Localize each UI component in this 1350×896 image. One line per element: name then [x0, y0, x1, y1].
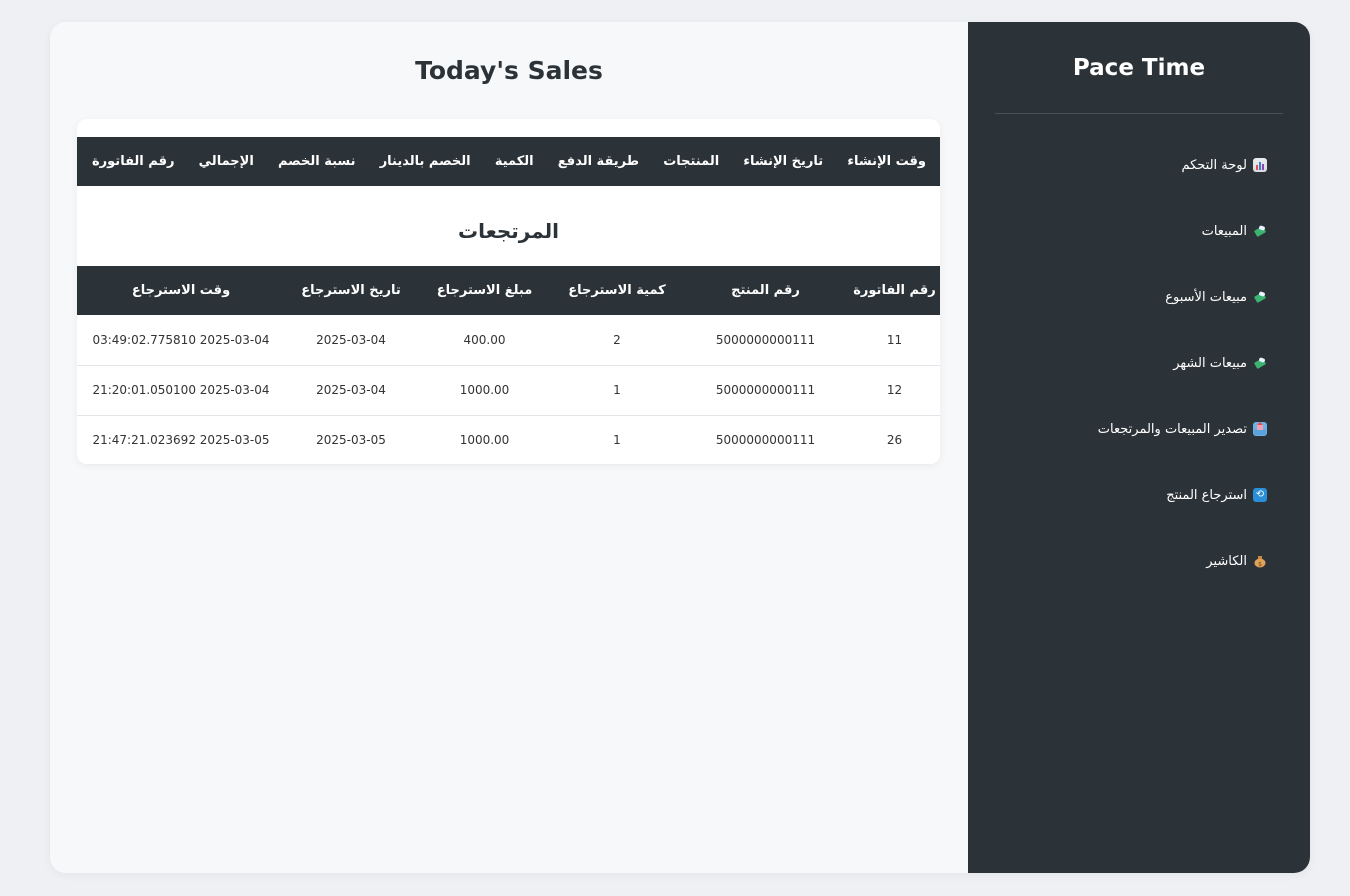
sidebar-item-label: مبيعات الشهر — [1173, 355, 1247, 371]
return-time-cell: 2025-03-04 21:20:01.050100 — [77, 365, 285, 416]
returns-table: رقم الفاتورة رقم المنتج كمية الاسترجاع م… — [77, 266, 940, 464]
sidebar-item-label: لوحة التحكم — [1181, 157, 1247, 173]
returns-col-header[interactable]: وقت الاسترجاع — [77, 266, 285, 315]
return-date-cell: 2025-03-04 — [285, 365, 417, 416]
returns-title: المرتجعات — [457, 219, 560, 243]
sidebar-item-return-product[interactable]: استرجاع المنتج ⟲ — [968, 462, 1310, 528]
money-wings-icon — [1253, 224, 1267, 238]
product-number-cell: 5000000000111 — [682, 315, 849, 366]
main-content: Today's Sales وقت الإنشاء تاريخ الإنشاء … — [50, 22, 968, 873]
page-title: Today's Sales — [415, 56, 603, 85]
returns-col-header[interactable]: مبلغ الاسترجاع — [417, 266, 552, 315]
sidebar-item-weekly-sales[interactable]: مبيعات الأسبوع — [968, 264, 1310, 330]
sales-col-header[interactable]: الكمية — [495, 154, 534, 169]
sales-col-header[interactable]: وقت الإنشاء — [847, 154, 926, 169]
return-quantity-cell: 2 — [552, 315, 682, 366]
table-row: 26 5000000000111 1 1000.00 2025-03-05 20… — [77, 415, 940, 464]
sales-col-header[interactable]: رقم الفاتورة — [92, 154, 174, 169]
sidebar-item-monthly-sales[interactable]: مبيعات الشهر — [968, 330, 1310, 396]
money-bag-icon: $ — [1253, 554, 1267, 568]
bar-chart-icon — [1253, 158, 1267, 172]
sales-col-header[interactable]: الإجمالي — [199, 154, 254, 169]
sales-col-header[interactable]: الخصم بالدينار — [380, 154, 471, 169]
return-amount-cell: 400.00 — [417, 315, 552, 366]
sidebar: Pace Time لوحة التحكم المبيعات مبيعات ال — [968, 22, 1310, 873]
return-date-cell: 2025-03-05 — [285, 415, 417, 464]
table-row: 12 5000000000111 1 1000.00 2025-03-04 20… — [77, 365, 940, 416]
sidebar-item-export[interactable]: تصدير المبيعات والمرتجعات — [968, 396, 1310, 462]
money-wings-icon — [1253, 356, 1267, 370]
table-row: 11 5000000000111 2 400.00 2025-03-04 202… — [77, 315, 940, 366]
money-wings-icon — [1253, 290, 1267, 304]
sidebar-item-label: استرجاع المنتج — [1166, 487, 1247, 503]
sidebar-item-cashier[interactable]: الكاشير $ — [968, 528, 1310, 594]
return-date-cell: 2025-03-04 — [285, 315, 417, 366]
invoice-number-cell: 11 — [849, 315, 940, 366]
sidebar-divider — [995, 113, 1283, 114]
sales-col-header[interactable]: نسبة الخصم — [278, 154, 356, 169]
return-quantity-cell: 1 — [552, 415, 682, 464]
brand-title: Pace Time — [1072, 55, 1206, 81]
returns-col-header[interactable]: كمية الاسترجاع — [552, 266, 682, 315]
sidebar-item-label: مبيعات الأسبوع — [1165, 289, 1247, 305]
sidebar-item-label: الكاشير — [1206, 553, 1247, 569]
returns-col-header[interactable]: رقم المنتج — [682, 266, 849, 315]
invoice-number-cell: 12 — [849, 365, 940, 416]
return-time-cell: 2025-03-05 21:47:21.023692 — [77, 415, 285, 464]
return-amount-cell: 1000.00 — [417, 365, 552, 416]
returns-header-row: رقم الفاتورة رقم المنتج كمية الاسترجاع م… — [77, 266, 940, 315]
return-time-cell: 2025-03-04 03:49:02.775810 — [77, 315, 285, 366]
sidebar-item-sales[interactable]: المبيعات — [968, 198, 1310, 264]
arrows-sync-icon: ⟲ — [1253, 488, 1267, 502]
sales-table-header: وقت الإنشاء تاريخ الإنشاء المنتجات طريقة… — [77, 137, 940, 186]
product-number-cell: 5000000000111 — [682, 415, 849, 464]
app-window: Today's Sales وقت الإنشاء تاريخ الإنشاء … — [50, 22, 1310, 873]
sidebar-item-dashboard[interactable]: لوحة التحكم — [968, 132, 1310, 198]
svg-text:$: $ — [1258, 561, 1262, 568]
sales-col-header[interactable]: المنتجات — [663, 154, 719, 169]
product-number-cell: 5000000000111 — [682, 365, 849, 416]
return-quantity-cell: 1 — [552, 365, 682, 416]
outbox-tray-icon — [1253, 422, 1267, 436]
invoice-number-cell: 26 — [849, 415, 940, 464]
sales-card: وقت الإنشاء تاريخ الإنشاء المنتجات طريقة… — [77, 119, 940, 464]
returns-col-header[interactable]: رقم الفاتورة — [849, 266, 940, 315]
sidebar-item-label: تصدير المبيعات والمرتجعات — [1097, 421, 1247, 437]
sales-col-header[interactable]: تاريخ الإنشاء — [743, 154, 823, 169]
sales-col-header[interactable]: طريقة الدفع — [558, 154, 639, 169]
sidebar-nav: لوحة التحكم المبيعات مبيعات الأسبوع مبيع… — [968, 132, 1310, 594]
returns-col-header[interactable]: تاريخ الاسترجاع — [285, 266, 417, 315]
return-amount-cell: 1000.00 — [417, 415, 552, 464]
sidebar-item-label: المبيعات — [1201, 223, 1247, 239]
